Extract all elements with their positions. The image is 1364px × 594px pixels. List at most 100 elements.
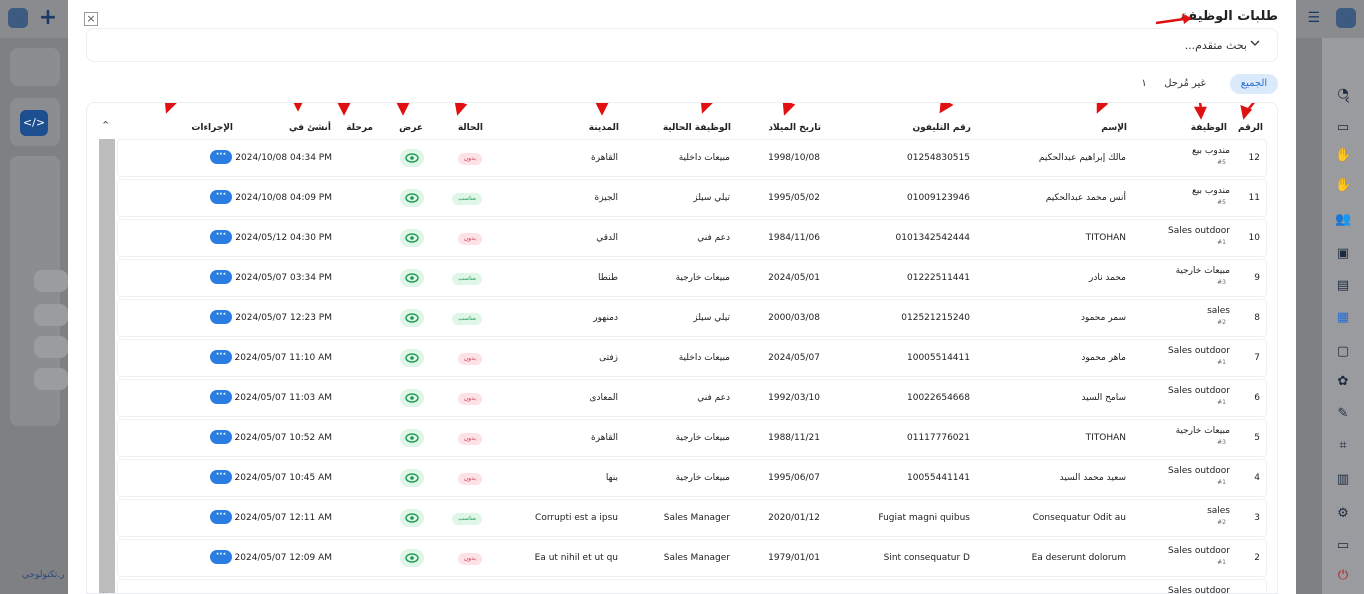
status-badge: مناسب — [452, 193, 482, 205]
hand-money-icon[interactable]: ✋ — [1335, 148, 1351, 164]
row-phone: 0101342542444 — [895, 233, 970, 243]
view-button[interactable] — [400, 149, 424, 167]
card-icon[interactable]: ▭ — [1335, 538, 1351, 554]
row-city: القاهرة — [591, 433, 618, 443]
view-button[interactable] — [400, 549, 424, 567]
row-job-id: #1 — [1217, 399, 1226, 406]
row-city: بنها — [605, 473, 618, 483]
row-job-id: #3 — [1217, 279, 1226, 286]
status-badge: بدون — [457, 433, 482, 445]
flow-icon[interactable]: ⌗ — [1335, 438, 1351, 454]
chat-icon[interactable]: ▢ — [1335, 344, 1351, 360]
eye-icon — [400, 233, 424, 250]
code-icon[interactable]: </> — [20, 110, 48, 136]
row-job: sales — [1207, 306, 1230, 316]
row-current-job: مبيعات خارجية — [675, 273, 730, 283]
actions-button[interactable]: ··· — [210, 230, 232, 244]
table-row[interactable]: 8 sales #2 سمر محمود 012521215240 2000/03/08 ت… — [117, 299, 1267, 337]
tab-all[interactable]: الجميع — [1230, 74, 1278, 94]
table-row[interactable]: 6 Sales outdoor #1 سامح السيد 10022654668 199… — [117, 379, 1267, 417]
row-name: مالك إبراهيم عبدالحكيم — [1038, 153, 1126, 163]
actions-button[interactable]: ··· — [210, 470, 232, 484]
row-job-id: #5 — [1217, 159, 1226, 166]
table-row[interactable]: 4 Sales outdoor #1 سعيد محمد السيد 100554411… — [117, 459, 1267, 497]
add-icon[interactable]: + — [36, 6, 60, 30]
table-row[interactable]: 3 sales #2 Consequatur Odit au Fugiat magni … — [117, 499, 1267, 537]
table-row[interactable]: 9 مبيعات خارجية #3 محمد نادر 01222511441 2024… — [117, 259, 1267, 297]
row-num: 11 — [1248, 193, 1260, 203]
row-city: Ea ut nihil et ut qu — [534, 553, 618, 563]
actions-button[interactable]: ··· — [210, 310, 232, 324]
row-current-job: تيلي سيلز — [693, 313, 730, 323]
plant-icon[interactable]: ✿ — [1335, 374, 1351, 390]
pen-icon[interactable]: ✎ — [1335, 406, 1351, 422]
status-badge: مناسب — [452, 313, 482, 325]
actions-button[interactable]: ··· — [210, 190, 232, 204]
chart-icon[interactable]: ▥ — [1335, 472, 1351, 488]
close-button[interactable]: × — [84, 12, 98, 26]
row-city: القاهرة — [591, 153, 618, 163]
table-row[interactable]: 10 Sales outdoor #1 TITOHAN 0101342542444 198… — [117, 219, 1267, 257]
view-button[interactable] — [400, 269, 424, 287]
eye-icon — [400, 553, 424, 570]
app-logo-icon — [8, 8, 28, 28]
table-row[interactable]: 12 مندوب بيع #5 مالك إبراهيم عبدالحكيم 01254… — [117, 139, 1267, 177]
status-badge: بدون — [457, 473, 482, 485]
row-name: Consequatur Odit au — [1032, 513, 1126, 523]
table-row[interactable]: 2 Sales outdoor #1 Ea deserunt dolorum Sint … — [117, 539, 1267, 577]
row-num: 3 — [1254, 513, 1260, 523]
actions-button[interactable]: ··· — [210, 550, 232, 564]
row-created: 2024/05/12 04:30 PM — [235, 233, 332, 243]
view-button[interactable] — [400, 509, 424, 527]
row-birth: 1984/11/06 — [768, 233, 820, 243]
actions-button[interactable]: ··· — [210, 350, 232, 364]
table-row[interactable]: 1Sales outdoor — [117, 579, 1267, 593]
row-num: 6 — [1254, 393, 1260, 403]
row-num: 2 — [1254, 553, 1260, 563]
scrollbar[interactable] — [99, 139, 115, 593]
view-button[interactable] — [400, 349, 424, 367]
row-phone: 01222511441 — [907, 273, 970, 283]
actions-button[interactable]: ··· — [210, 430, 232, 444]
document-icon[interactable]: ▤ — [1335, 278, 1351, 294]
view-button[interactable] — [400, 389, 424, 407]
tab-unstaged[interactable]: غير مُرحل — [1150, 74, 1220, 94]
scroll-down-icon[interactable]: ⌄ — [101, 587, 109, 593]
row-city: طنطا — [597, 273, 618, 283]
advanced-search-panel[interactable]: بحث متقدم... — [86, 28, 1278, 62]
row-birth: 2024/05/07 — [768, 353, 820, 363]
power-icon[interactable]: ⏻ — [1335, 568, 1351, 584]
row-phone: 10005514411 — [907, 353, 970, 363]
bg-card — [10, 48, 60, 86]
table-row[interactable]: 5 مبيعات خارجية #3 TITOHAN 01117776021 1988/1… — [117, 419, 1267, 457]
view-button[interactable] — [400, 309, 424, 327]
status-badge: بدون — [457, 153, 482, 165]
row-created: 2024/05/07 11:03 AM — [234, 393, 332, 403]
actions-button[interactable]: ··· — [210, 150, 232, 164]
bg-row — [34, 336, 68, 358]
menu-icon[interactable]: ☰ — [1307, 10, 1320, 26]
row-job-id: #5 — [1217, 199, 1226, 206]
actions-button[interactable]: ··· — [210, 390, 232, 404]
users-icon[interactable]: 👥 — [1335, 212, 1351, 228]
actions-button[interactable]: ··· — [210, 510, 232, 524]
dashboard-icon[interactable]: ◔ — [1335, 86, 1351, 102]
row-current-job: مبيعات داخلية — [678, 353, 730, 363]
gear-icon[interactable]: ⚙ — [1335, 506, 1351, 522]
view-button[interactable] — [400, 189, 424, 207]
calculator-icon[interactable]: ▣ — [1335, 246, 1351, 262]
actions-button[interactable]: ··· — [210, 270, 232, 284]
table-row[interactable]: 7 Sales outdoor #1 ماهر محمود 10005514411 202… — [117, 339, 1267, 377]
jobs-icon[interactable]: ▦ — [1335, 310, 1351, 326]
table-row[interactable]: 11 مندوب بيع #5 أنس محمد عبدالحكيم 010091239… — [117, 179, 1267, 217]
row-current-job: مبيعات خارجية — [675, 433, 730, 443]
view-button[interactable] — [400, 429, 424, 447]
row-phone: Sint consequatur D — [883, 553, 970, 563]
hand-coin-icon[interactable]: ✋ — [1335, 178, 1351, 194]
view-button[interactable] — [400, 229, 424, 247]
row-birth: 2024/05/01 — [768, 273, 820, 283]
row-num: 10 — [1248, 233, 1260, 243]
ticket-icon[interactable]: ▭ — [1335, 120, 1351, 136]
row-num: 9 — [1254, 273, 1260, 283]
view-button[interactable] — [400, 469, 424, 487]
